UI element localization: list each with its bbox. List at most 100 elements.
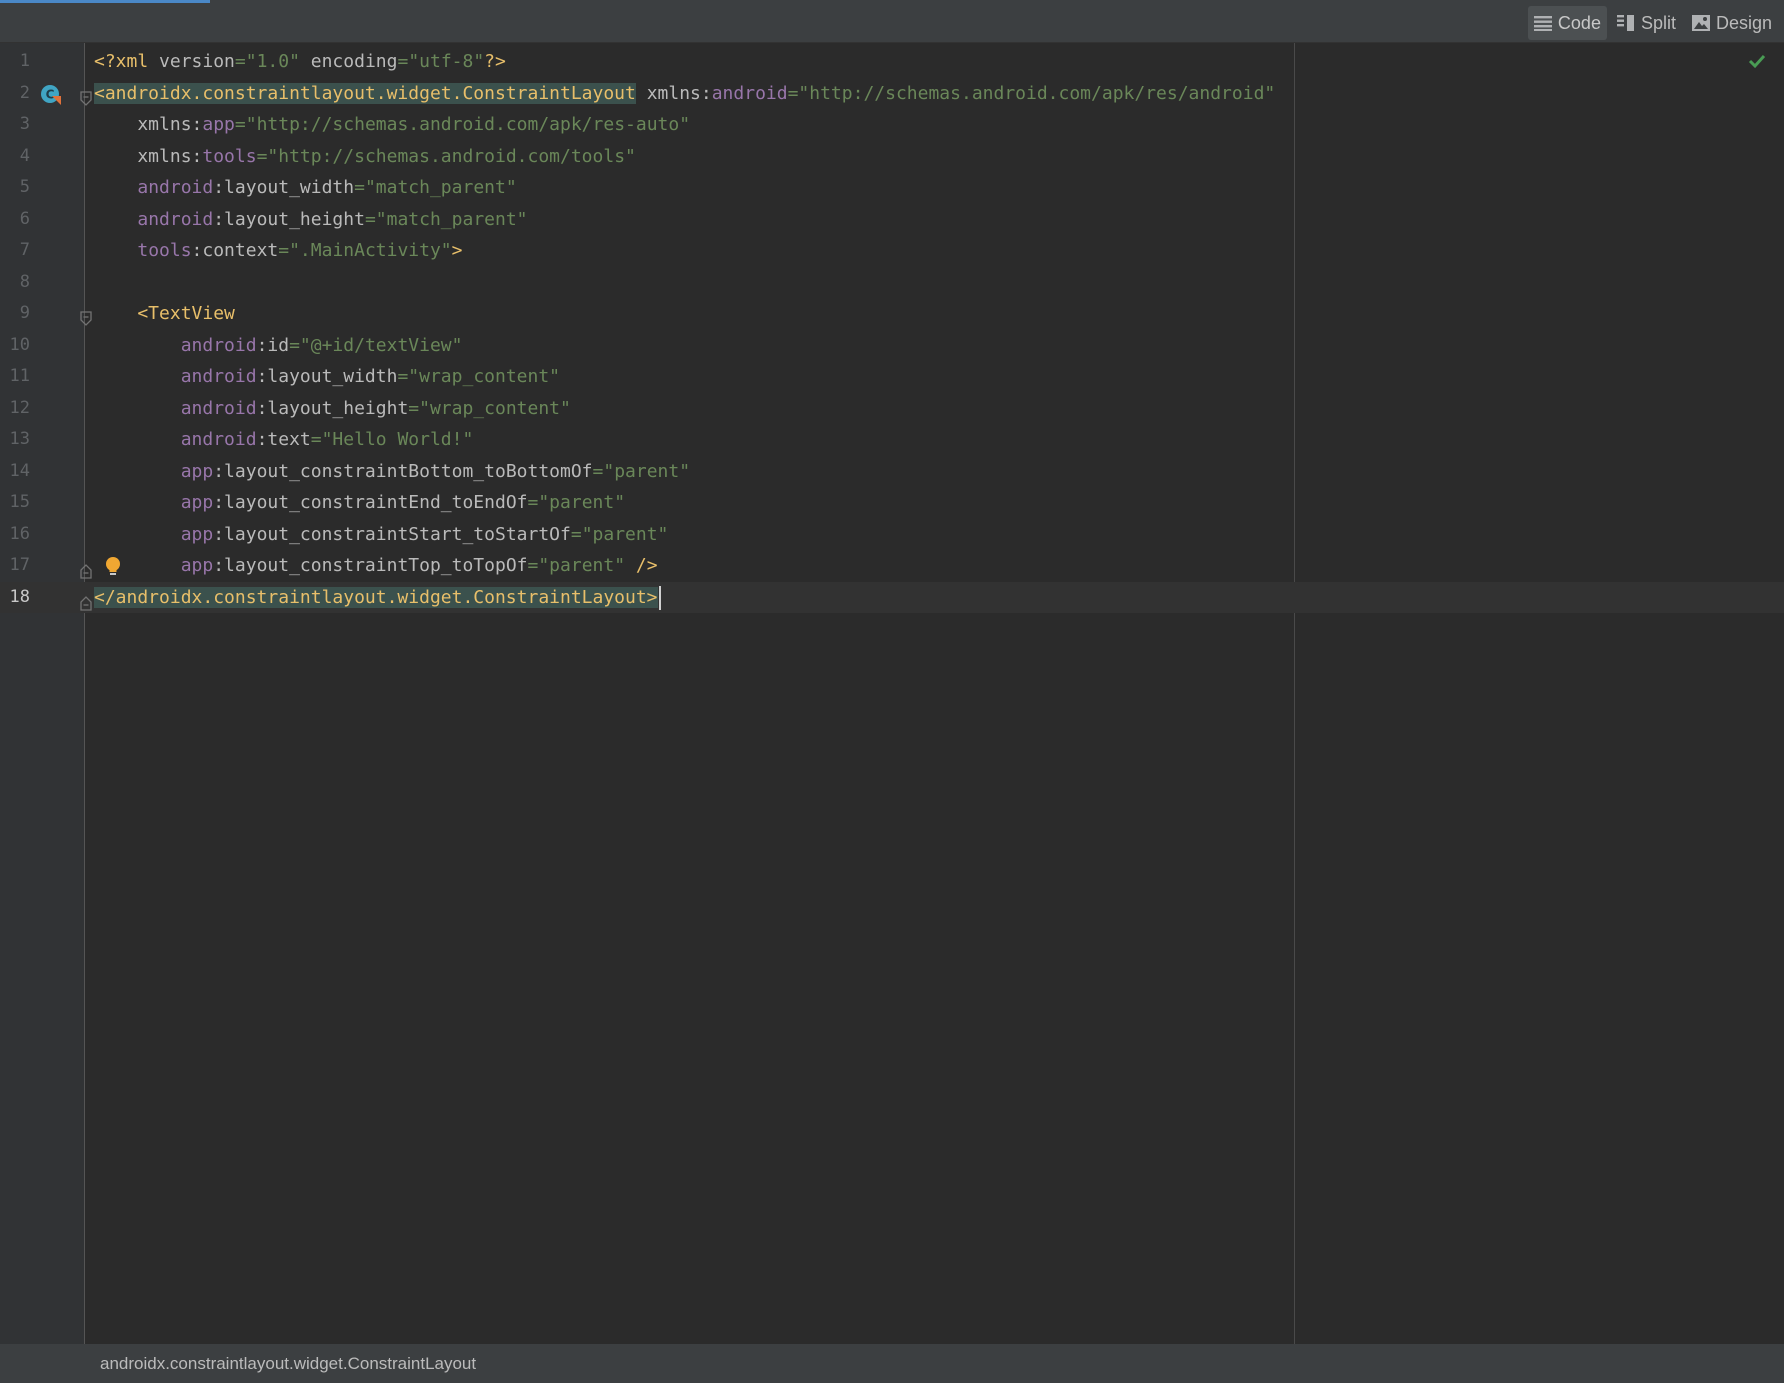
code-text[interactable]: </androidx.constraintlayout.widget.Const… — [94, 582, 661, 614]
code-line[interactable]: 16 app:layout_constraintStart_toStartOf=… — [0, 519, 1784, 551]
line-number: 18 — [9, 586, 30, 607]
design-view-button[interactable]: Design — [1686, 6, 1778, 40]
code-text[interactable]: android:layout_height="match_parent" — [94, 204, 528, 236]
design-view-label: Design — [1715, 12, 1772, 33]
code-token: android — [180, 429, 257, 450]
code-token: :layout_constraintTop_toTopOf — [213, 555, 528, 576]
line-number: 9 — [19, 303, 30, 323]
code-text[interactable]: android:id="@+id/textView" — [94, 330, 463, 362]
code-line[interactable]: 18 </androidx.constraintlayout.widget.Con… — [0, 581, 1784, 614]
code-text[interactable]: <?xml version="1.0" encoding="utf-8"?> — [94, 46, 506, 78]
code-token: app — [180, 460, 214, 482]
code-line[interactable]: 10 android:id="@+id/textView" — [0, 330, 1784, 362]
activity-class-icon[interactable]: C — [40, 84, 61, 105]
code-token: = — [234, 51, 246, 72]
code-token: :layout_width — [213, 177, 355, 198]
code-view-icon — [1533, 15, 1552, 31]
code-text[interactable]: <androidx.constraintlayout.widget.Constr… — [94, 78, 1275, 110]
line-number: 16 — [9, 523, 30, 544]
code-line[interactable]: 14 app:layout_constraintBottom_toBottomO… — [0, 456, 1784, 488]
code-line[interactable]: 8 — [0, 267, 1784, 299]
code-line[interactable]: 7 tools:context=".MainActivity"> — [0, 235, 1784, 267]
code-text[interactable]: android:text="Hello World!" — [94, 424, 474, 456]
code-line[interactable]: 2 C <androidx.constraintlayout.widget.Cons… — [0, 78, 1784, 110]
code-token: :layout_constraintEnd_toEndOf — [213, 492, 528, 513]
code-token: = — [310, 429, 322, 450]
line-number: 1 — [19, 51, 30, 71]
fold-end-icon[interactable] — [79, 558, 93, 579]
line-number: 13 — [9, 429, 30, 449]
code-text[interactable]: app:layout_constraintEnd_toEndOf="parent… — [94, 487, 625, 519]
code-token: tools — [137, 240, 192, 261]
code-text[interactable]: app:layout_constraintTop_toTopOf="parent… — [94, 550, 658, 582]
code-line[interactable]: 9 <TextView — [0, 298, 1784, 330]
code-text[interactable]: app:layout_constraintBottom_toBottomOf="… — [94, 456, 690, 488]
code-token: </androidx.constraintlayout.widget.Const… — [94, 586, 658, 608]
code-text[interactable]: android:layout_width="wrap_content" — [94, 361, 560, 393]
code-token: = — [234, 114, 246, 135]
line-number: 11 — [9, 366, 30, 386]
code-token: xmlns: — [635, 82, 712, 104]
code-line[interactable]: 17 app:layout_constraintTop_toTopOf="par… — [0, 550, 1784, 582]
code-token: = — [397, 366, 409, 387]
code-token: tools — [202, 145, 257, 167]
code-token: app — [180, 523, 214, 545]
code-text[interactable]: android:layout_width="match_parent" — [94, 172, 517, 204]
fold-collapse-icon[interactable] — [79, 86, 93, 106]
text-caret — [658, 585, 661, 610]
code-token: "http://schemas.android.com/tools" — [267, 145, 636, 167]
code-editor[interactable]: 1 <?xml version="1.0" encoding="utf-8"?> 2… — [0, 43, 1784, 1344]
code-token: app — [202, 114, 235, 135]
code-token: :text — [256, 429, 311, 450]
code-text[interactable]: tools:context=".MainActivity"> — [94, 235, 462, 267]
breadcrumb[interactable]: androidx.constraintlayout.widget.Constra… — [100, 1344, 476, 1383]
code-text[interactable]: xmlns:app="http://schemas.android.com/ap… — [94, 109, 690, 141]
line-number: 5 — [19, 177, 30, 197]
code-token: :id — [256, 334, 290, 356]
split-view-button[interactable]: Split — [1611, 6, 1682, 40]
code-token: = — [570, 523, 582, 545]
line-number: 3 — [19, 114, 30, 134]
code-token: "1.0" — [245, 51, 300, 72]
code-line[interactable]: 12 android:layout_height="wrap_content" — [0, 393, 1784, 425]
code-token: "match_parent" — [375, 208, 528, 230]
code-token: android — [711, 82, 788, 104]
code-token: ?> — [484, 51, 506, 72]
code-line[interactable]: 4 xmlns:tools="http://schemas.android.co… — [0, 141, 1784, 173]
code-text[interactable]: app:layout_constraintStart_toStartOf="pa… — [94, 519, 669, 551]
code-token: = — [592, 460, 604, 482]
code-line[interactable]: 15 app:layout_constraintEnd_toEndOf="par… — [0, 487, 1784, 519]
code-token: "wrap_content" — [408, 366, 561, 387]
code-line[interactable]: 3 xmlns:app="http://schemas.android.com/… — [0, 109, 1784, 141]
loading-progress-line — [0, 0, 210, 3]
code-lines[interactable]: 1 <?xml version="1.0" encoding="utf-8"?> 2… — [0, 46, 1784, 613]
code-view-label: Code — [1557, 12, 1601, 33]
code-token: /> — [625, 555, 658, 576]
line-number: 10 — [9, 334, 30, 355]
code-line[interactable]: 6 android:layout_height="match_parent" — [0, 204, 1784, 236]
code-text[interactable]: android:layout_height="wrap_content" — [94, 393, 571, 425]
code-text[interactable]: <TextView — [94, 298, 235, 330]
code-view-button[interactable]: Code — [1527, 6, 1607, 40]
fold-collapse-icon[interactable] — [79, 306, 93, 326]
line-number: 6 — [19, 208, 30, 229]
code-token: ".MainActivity" — [289, 240, 452, 261]
fold-end-icon[interactable] — [79, 590, 93, 611]
code-line[interactable]: 1 <?xml version="1.0" encoding="utf-8"?> — [0, 46, 1784, 78]
code-token: "match_parent" — [364, 177, 517, 198]
code-line[interactable]: 5 android:layout_width="match_parent" — [0, 172, 1784, 204]
code-line[interactable]: 11 android:layout_width="wrap_content" — [0, 361, 1784, 393]
code-token: "parent" — [538, 555, 626, 576]
code-line[interactable]: 13 android:text="Hello World!" — [0, 424, 1784, 456]
code-token: = — [408, 397, 420, 419]
code-text[interactable]: xmlns:tools="http://schemas.android.com/… — [94, 141, 636, 173]
code-token: = — [397, 51, 409, 72]
code-token: :layout_constraintBottom_toBottomOf — [213, 460, 593, 482]
